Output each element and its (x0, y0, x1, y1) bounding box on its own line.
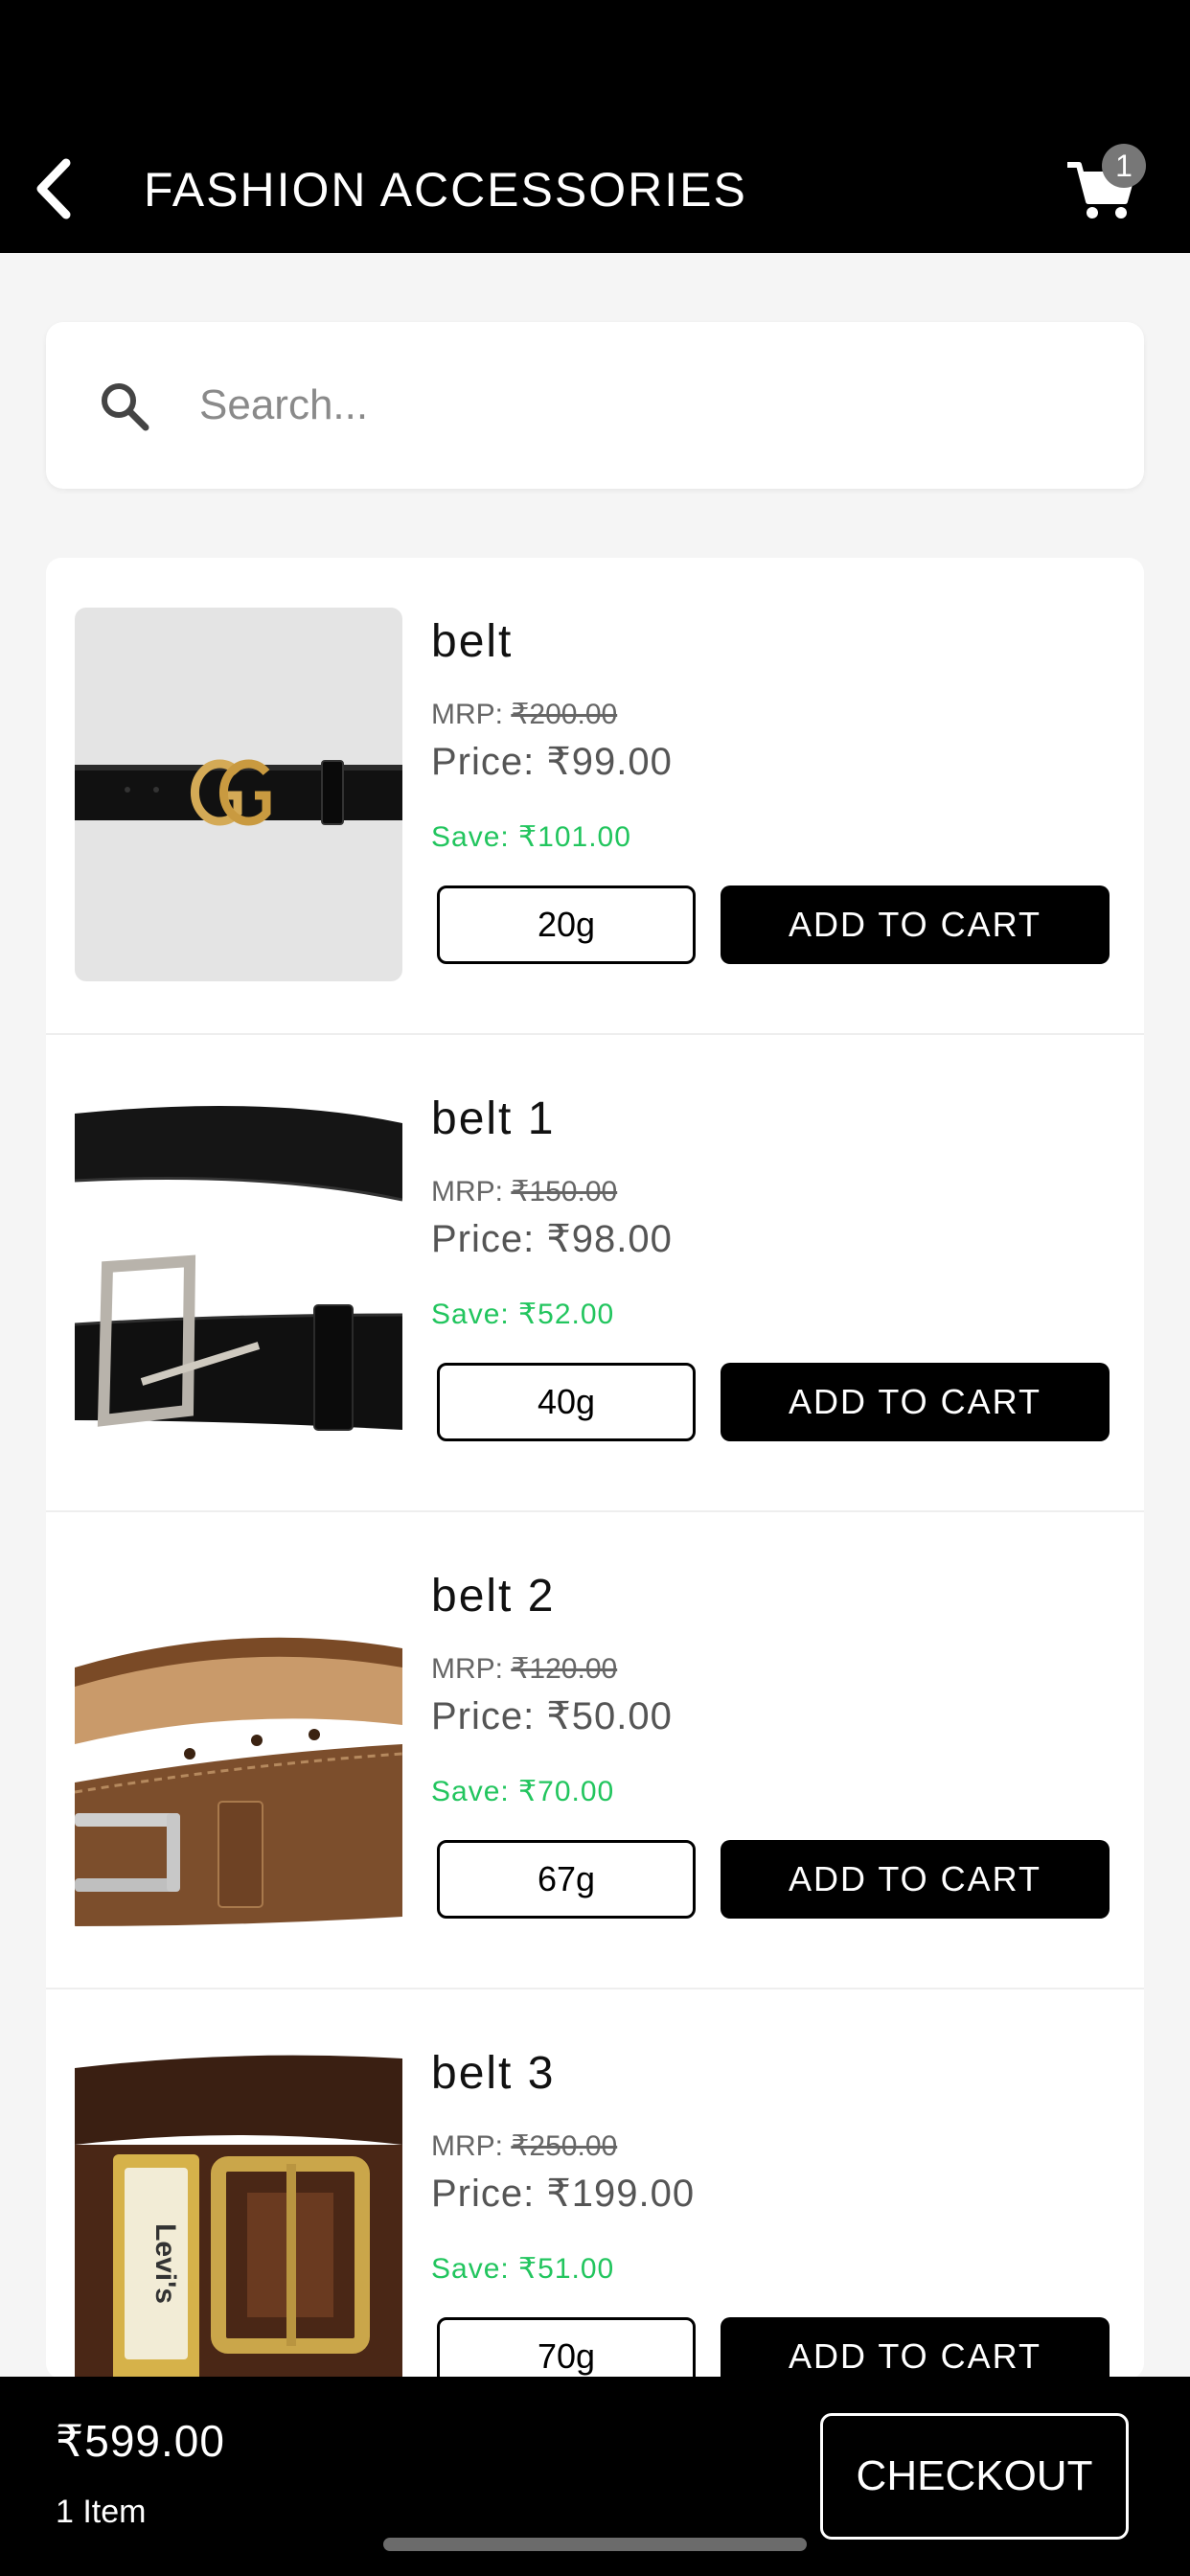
product-name: belt 3 (431, 2048, 556, 2099)
product-image (75, 1562, 402, 1936)
belt-image: Levi's (75, 2055, 402, 2379)
product-mrp: MRP: ₹120.00 (431, 1653, 618, 1685)
app-header: FASHION ACCESSORIES 1 (0, 0, 1190, 253)
product-item: belt MRP: ₹200.00 Price: ₹99.00 Save: ₹1… (46, 558, 1144, 1035)
product-price: Price: ₹50.00 (431, 1695, 673, 1737)
mrp-value: ₹250.00 (511, 2130, 618, 2162)
add-to-cart-button[interactable]: ADD TO CART (721, 2317, 1110, 2379)
product-price: Price: ₹199.00 (431, 2173, 696, 2215)
checkout-button[interactable]: CHECKOUT (820, 2413, 1129, 2540)
product-mrp: MRP: ₹250.00 (431, 2130, 618, 2162)
product-item: belt 2 MRP: ₹120.00 Price: ₹50.00 Save: … (46, 1512, 1144, 1990)
add-to-cart-button[interactable]: ADD TO CART (721, 1363, 1110, 1441)
belt-image (75, 759, 402, 826)
product-image (75, 608, 402, 981)
cart-count-badge: 1 (1102, 144, 1146, 188)
product-image (75, 1085, 402, 1459)
product-image: Levi's (75, 2039, 402, 2379)
belt-image (75, 1106, 402, 1431)
page-title: FASHION ACCESSORIES (144, 163, 747, 217)
product-list: belt MRP: ₹200.00 Price: ₹99.00 Save: ₹1… (46, 558, 1144, 2379)
product-mrp: MRP: ₹200.00 (431, 699, 618, 730)
product-name: belt 1 (431, 1093, 556, 1144)
add-to-cart-button[interactable]: ADD TO CART (721, 1840, 1110, 1919)
belt-image (75, 1637, 402, 1926)
product-savings: Save: ₹52.00 (431, 1299, 615, 1330)
product-savings: Save: ₹51.00 (431, 2253, 615, 2285)
product-item: Levi's belt 3 MRP: ₹250.00 Price: ₹199.0… (46, 1990, 1144, 2379)
search-bar (46, 322, 1144, 489)
mrp-value: ₹200.00 (511, 699, 618, 730)
product-mrp: MRP: ₹150.00 (431, 1176, 618, 1208)
product-savings: Save: ₹101.00 (431, 821, 631, 853)
product-price: Price: ₹99.00 (431, 741, 673, 783)
mrp-value: ₹120.00 (511, 1653, 618, 1685)
product-price: Price: ₹98.00 (431, 1218, 673, 1260)
product-name: belt (431, 616, 514, 667)
weight-select-button[interactable]: 70g (437, 2317, 696, 2379)
back-button[interactable] (19, 153, 86, 224)
product-name: belt 2 (431, 1571, 556, 1622)
chevron-left-icon (36, 158, 71, 219)
weight-select-button[interactable]: 67g (437, 1840, 696, 1919)
cart-summary-bar: ₹599.00 1 Item CHECKOUT (0, 2377, 1190, 2576)
weight-select-button[interactable]: 20g (437, 886, 696, 964)
search-icon (102, 383, 149, 431)
svg-text:Levi's: Levi's (149, 2223, 181, 2304)
home-indicator[interactable] (383, 2538, 807, 2551)
weight-select-button[interactable]: 40g (437, 1363, 696, 1441)
cart-total: ₹599.00 (56, 2416, 225, 2466)
search-input[interactable] (199, 360, 1100, 450)
mrp-value: ₹150.00 (511, 1176, 618, 1208)
product-item: belt 1 MRP: ₹150.00 Price: ₹98.00 Save: … (46, 1035, 1144, 1512)
cart-item-count: 1 Item (56, 2494, 147, 2530)
product-savings: Save: ₹70.00 (431, 1776, 615, 1807)
add-to-cart-button[interactable]: ADD TO CART (721, 886, 1110, 964)
